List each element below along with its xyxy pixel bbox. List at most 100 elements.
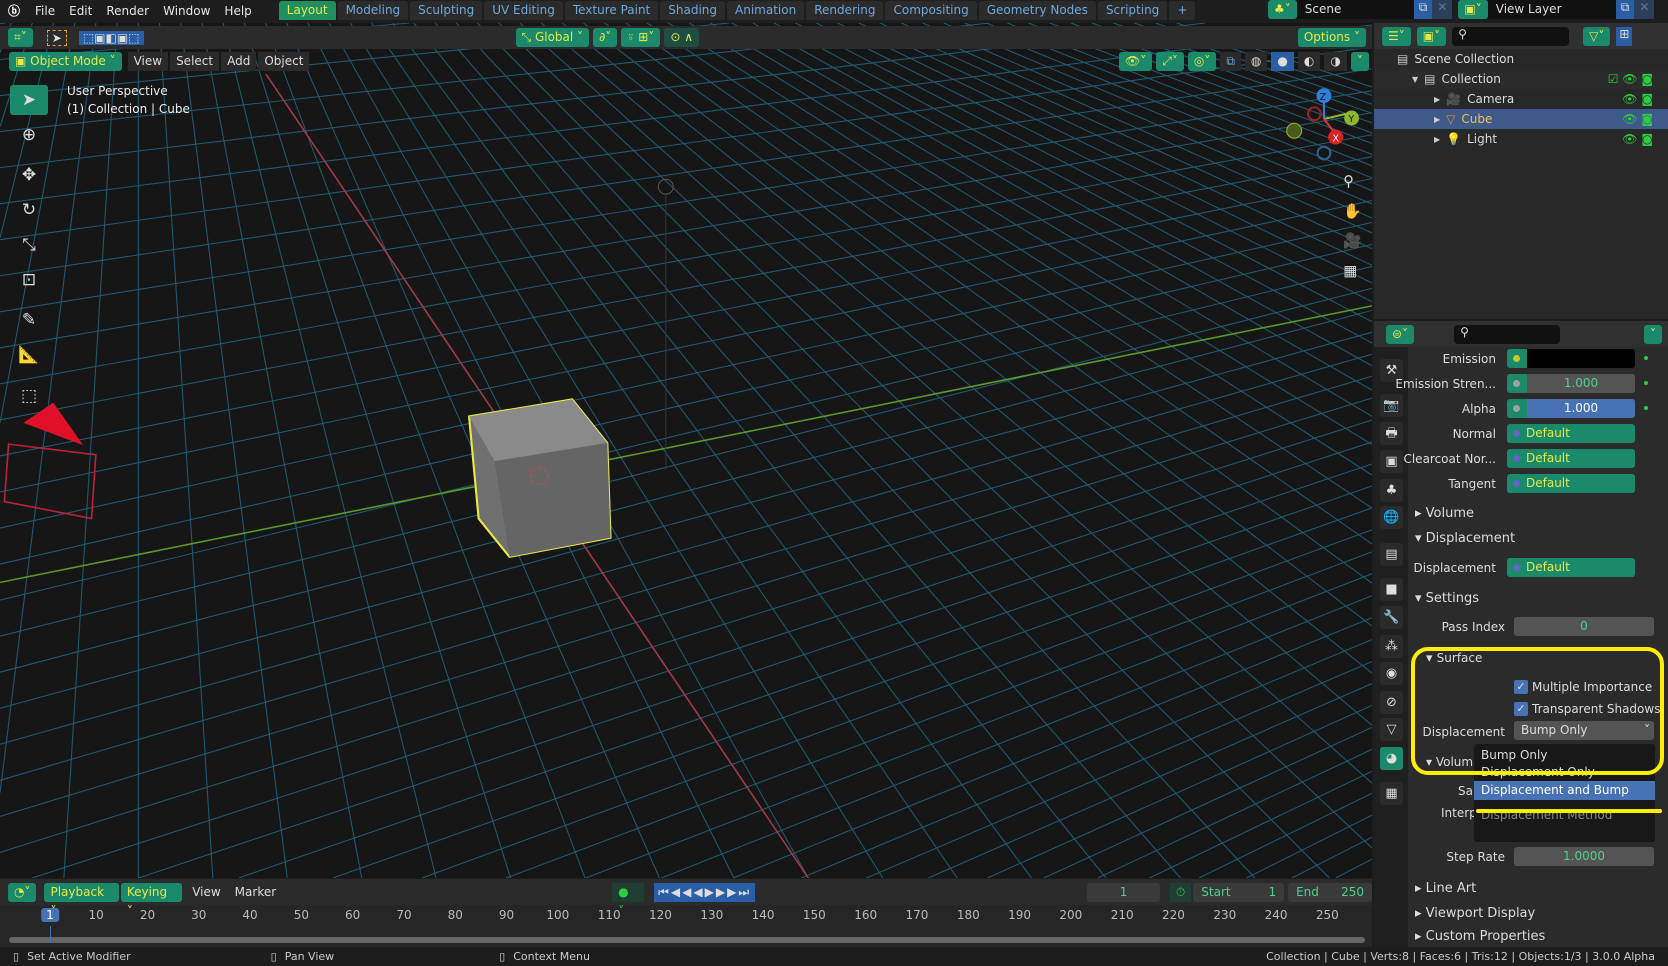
keyframe-dot-icon[interactable]: [1644, 356, 1648, 360]
outliner-item-camera[interactable]: ▶ 🎥 Camera 👁 ◙: [1374, 89, 1668, 109]
menu-file[interactable]: File: [28, 4, 62, 18]
properties-search-input[interactable]: ⚲: [1454, 324, 1561, 344]
panel-viewport-display[interactable]: ▸ Viewport Display: [1415, 906, 1535, 921]
pass-index-field[interactable]: 0: [1514, 617, 1654, 636]
particles-icon[interactable]: ⁂: [1380, 635, 1403, 658]
add-cube-tool-icon[interactable]: ⬚: [10, 381, 48, 411]
material-icon[interactable]: ◕: [1380, 747, 1403, 770]
display-mode-icon[interactable]: ☰˅: [1382, 26, 1411, 46]
world-icon[interactable]: 🌐: [1380, 506, 1403, 529]
current-frame-indicator[interactable]: 1: [41, 908, 59, 922]
outliner-item-cube[interactable]: ▶ ▽ Cube 👁 ◙: [1374, 109, 1668, 129]
playback-menu[interactable]: Playback ˅: [44, 882, 119, 918]
current-frame-field[interactable]: 1: [1087, 882, 1160, 902]
panel-volume[interactable]: ▸ Volume: [1415, 506, 1474, 521]
expand-arrow-icon[interactable]: ▶: [1434, 135, 1440, 144]
pivot-icon[interactable]: ∂˅: [593, 28, 618, 47]
property-field-alpha[interactable]: 1.000: [1507, 399, 1635, 418]
timeline-scrollbar[interactable]: [9, 937, 1365, 943]
overlay-icon[interactable]: ◎˅: [1187, 52, 1217, 71]
properties-editor-type-icon[interactable]: ⊜˅: [1386, 324, 1415, 344]
end-frame-field[interactable]: End 250: [1288, 882, 1372, 902]
transform-tool-icon[interactable]: ⊡: [10, 265, 48, 295]
outliner-search-input[interactable]: ⚲: [1452, 26, 1570, 46]
viewport-menu-object[interactable]: Object: [258, 52, 310, 71]
measure-tool-icon[interactable]: 📐: [10, 340, 48, 370]
gizmo-icon[interactable]: ⤢˅: [1156, 52, 1184, 71]
workspace-tab-animation[interactable]: Animation: [727, 1, 805, 20]
properties-options-icon[interactable]: ˅: [1644, 324, 1662, 344]
shading-options-icon[interactable]: ˅: [1350, 52, 1369, 71]
view-layer-filter-icon[interactable]: ▣˅: [1416, 26, 1447, 46]
property-field-tangent[interactable]: Default: [1507, 474, 1635, 493]
panel-custom-properties[interactable]: ▸ Custom Properties: [1415, 929, 1545, 944]
3d-viewport[interactable]: [0, 23, 1372, 878]
playback-controls[interactable]: ⏮◀◀◀▶▶▶⏭: [654, 882, 756, 902]
texture-icon[interactable]: ▦: [1380, 782, 1403, 805]
ortho-grid-icon[interactable]: ▦: [1343, 261, 1357, 279]
workspace-tab-texture-paint[interactable]: Texture Paint: [564, 1, 659, 20]
xray-icon[interactable]: ⧉: [1220, 52, 1241, 71]
view-layer-field[interactable]: View Layer: [1487, 0, 1616, 19]
menu-option-displacement-and-bump[interactable]: Displacement and Bump: [1474, 781, 1655, 800]
workspace-tab-uv-editing[interactable]: UV Editing: [484, 1, 563, 20]
menu-help[interactable]: Help: [217, 4, 258, 18]
pan-hand-icon[interactable]: ✋: [1343, 202, 1362, 220]
workspace-tab-layout[interactable]: Layout: [278, 1, 336, 20]
property-field-normal[interactable]: Default: [1507, 424, 1635, 443]
new-scene-button[interactable]: ⧉: [1413, 0, 1433, 19]
menu-edit[interactable]: Edit: [62, 4, 99, 18]
workspace-tab-rendering[interactable]: Rendering: [806, 1, 884, 20]
move-tool-icon[interactable]: ✥: [10, 160, 48, 190]
constraints-icon[interactable]: ⊘: [1380, 691, 1403, 714]
timeline-view-menu[interactable]: View: [184, 885, 228, 899]
property-field-emission[interactable]: [1507, 349, 1635, 368]
outliner-item-collection[interactable]: ▼ ▤ Collection ☑ 👁 ◙: [1374, 69, 1668, 89]
visibility-eye-icon[interactable]: ☑ 👁 ◙: [1608, 72, 1653, 86]
keying-menu[interactable]: Keying ˅: [120, 882, 183, 918]
new-collection-icon[interactable]: ⊞: [1616, 26, 1633, 46]
view-layer-icon[interactable]: ▣˅: [1458, 0, 1488, 19]
select-box-tool-icon[interactable]: ➤: [10, 85, 48, 115]
panel-displacement[interactable]: ▾ Displacement: [1415, 531, 1515, 546]
visibility-eye-icon[interactable]: 👁 ◙: [1622, 112, 1653, 126]
expand-arrow-icon[interactable]: ▶: [1434, 115, 1440, 124]
displacement-socket-field[interactable]: Default: [1507, 558, 1635, 577]
proportional-edit-icon[interactable]: ⊙ ∧: [664, 28, 700, 47]
delete-view-layer-button[interactable]: ✕: [1634, 0, 1655, 19]
editor-type-icon[interactable]: ⌗˅: [8, 28, 33, 47]
scale-tool-icon[interactable]: ⤡: [10, 230, 48, 260]
workspace-tab-compositing[interactable]: Compositing: [885, 1, 977, 20]
visibility-eye-icon[interactable]: 👁 ◙: [1622, 92, 1653, 106]
physics-icon[interactable]: ◉: [1380, 662, 1403, 685]
viewport-menu-select[interactable]: Select: [170, 52, 220, 71]
menu-window[interactable]: Window: [156, 4, 217, 18]
keyframe-dot-icon[interactable]: [1644, 381, 1648, 385]
workspace-tab-geometry-nodes[interactable]: Geometry Nodes: [978, 1, 1096, 20]
viewport-menu-add[interactable]: Add: [221, 52, 257, 71]
scene-selector-icon[interactable]: ♣˅: [1268, 0, 1297, 19]
expand-arrow-icon[interactable]: ▶: [1434, 95, 1440, 104]
timeline-editor-type-icon[interactable]: ◔˅: [8, 882, 37, 902]
rendered-shading-icon[interactable]: ◑: [1324, 52, 1347, 71]
viewport-menu-view[interactable]: View: [127, 52, 169, 71]
workspace-tab-shading[interactable]: Shading: [660, 1, 726, 20]
material-shading-icon[interactable]: ◐: [1297, 52, 1321, 71]
property-field-emission-stren-[interactable]: 1.000: [1507, 374, 1635, 393]
solid-shading-icon[interactable]: ●: [1271, 52, 1294, 71]
start-frame-field[interactable]: Start 1: [1193, 882, 1285, 902]
outliner-item-light[interactable]: ▶ 💡 Light 👁 ◙: [1374, 129, 1668, 149]
add-workspace-button[interactable]: +: [1169, 1, 1196, 20]
cube-front-face[interactable]: [494, 443, 611, 557]
orientation-dropdown[interactable]: ⤡ Global ˅: [515, 28, 590, 47]
workspace-tab-scripting[interactable]: Scripting: [1097, 1, 1168, 20]
select-tool-icon[interactable]: ➤: [46, 29, 67, 46]
object-icon[interactable]: ■: [1380, 578, 1403, 601]
keyframe-dot-icon[interactable]: [1644, 406, 1648, 410]
filter-icon[interactable]: ▽˅: [1583, 26, 1611, 46]
zoom-icon[interactable]: ⚲: [1343, 172, 1354, 190]
timeline-marker-menu[interactable]: Marker: [231, 885, 280, 899]
delete-scene-button[interactable]: ✕: [1432, 0, 1453, 19]
camera-view-icon[interactable]: 🎥: [1343, 232, 1362, 250]
stopwatch-icon[interactable]: ⏱: [1169, 882, 1192, 902]
